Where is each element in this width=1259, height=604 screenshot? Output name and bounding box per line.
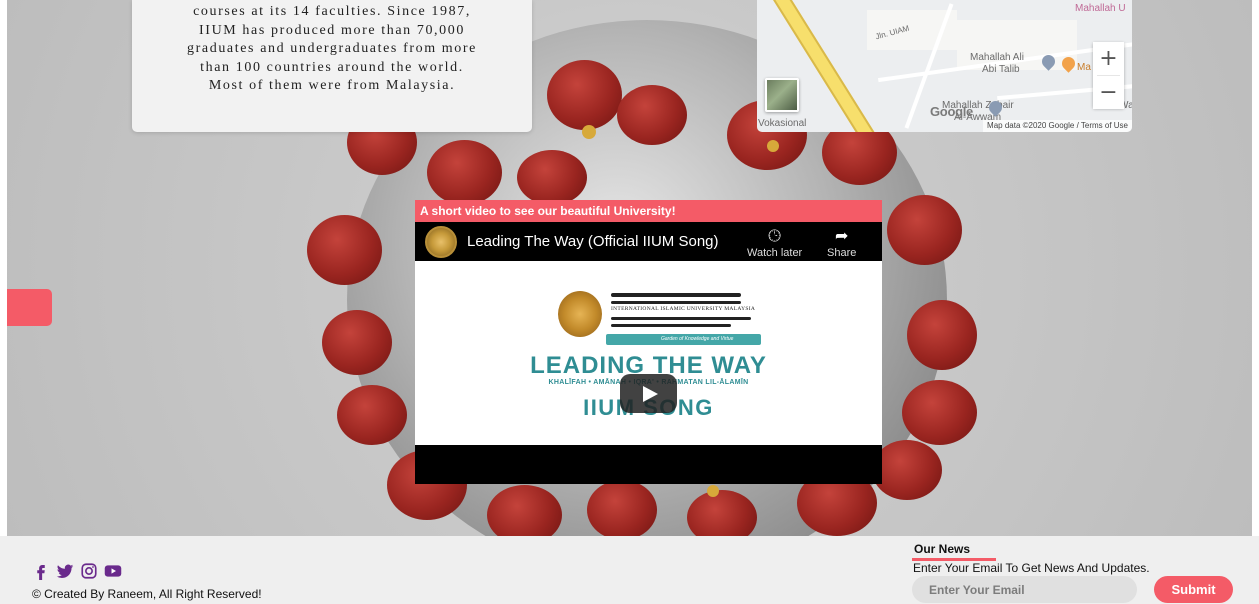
tagline-band: Garden of Knowledge and Virtue <box>606 334 761 345</box>
zoom-in-button[interactable]: + <box>1093 42 1124 75</box>
intro-line: than 100 countries around the world. <box>200 59 464 75</box>
virus-spike <box>687 490 757 536</box>
virus-spike <box>872 440 942 500</box>
zoom-out-button[interactable]: − <box>1093 76 1124 109</box>
virus-spike <box>907 300 977 370</box>
intro-line: courses at its 14 faculties. Since 1987, <box>193 4 471 19</box>
university-crest-icon <box>558 291 602 337</box>
video-player[interactable]: Leading The Way (Official IIUM Song) 🕒︎ … <box>415 222 882 484</box>
map-label-abi-talib: Abi Talib <box>982 64 1020 75</box>
email-input[interactable] <box>912 576 1137 603</box>
share-button[interactable]: ➦ Share <box>827 226 857 260</box>
arabic-calligraphy <box>611 317 751 320</box>
copyright-text: © Created By Raneem, All Right Reserved! <box>32 587 262 601</box>
watch-later-button[interactable]: 🕒︎ Watch later <box>747 226 803 260</box>
campus-map[interactable]: Mahallah U Jln. UIAM Mahallah Ali Abi Ta… <box>757 0 1132 132</box>
virus-spike <box>587 480 657 536</box>
play-button[interactable] <box>620 374 677 413</box>
virus-spike <box>427 140 502 205</box>
virus-spike <box>307 215 382 285</box>
youtube-icon[interactable] <box>104 562 122 580</box>
google-logo-text: Google <box>930 104 973 119</box>
arabic-calligraphy <box>611 324 731 327</box>
map-label-mahallah-top: Mahallah U <box>1075 3 1126 14</box>
video-header: A short video to see our beautiful Unive… <box>415 200 882 222</box>
virus-spike <box>322 310 392 375</box>
virus-spike <box>887 195 962 265</box>
twitter-icon[interactable] <box>56 562 74 580</box>
virus-spike <box>902 380 977 445</box>
virus-dot <box>582 125 596 139</box>
map-attribution: Map data ©2020 Google / Terms of Use <box>983 120 1132 132</box>
side-tab-button[interactable] <box>7 289 52 326</box>
share-label: Share <box>827 247 857 259</box>
virus-dot <box>767 140 779 152</box>
arabic-calligraphy <box>611 301 741 304</box>
watch-later-label: Watch later <box>747 247 803 259</box>
intro-line: IIUM has produced more than 70,000 <box>199 22 465 38</box>
intro-line: graduates and undergraduates from more <box>187 41 477 56</box>
map-label-ma: Ma <box>1077 62 1091 73</box>
news-description: Enter Your Email To Get News And Updates… <box>913 561 1150 575</box>
university-name: INTERNATIONAL ISLAMIC UNIVERSITY MALAYSI… <box>611 306 756 312</box>
intro-line: Most of them were from Malaysia. <box>208 78 456 93</box>
map-label-vokasional: Vokasional <box>758 118 807 129</box>
virus-dot <box>707 485 719 497</box>
instagram-icon[interactable] <box>80 562 98 580</box>
share-icon: ➦ <box>834 226 849 245</box>
map-data-text: Map data ©2020 Google <box>987 121 1075 130</box>
video-title[interactable]: Leading The Way (Official IIUM Song) <box>467 233 719 250</box>
virus-spike <box>487 485 562 536</box>
video-topbar: Leading The Way (Official IIUM Song) <box>415 222 882 261</box>
map-terms-link[interactable]: Terms of Use <box>1081 121 1128 130</box>
facebook-icon[interactable] <box>32 562 50 580</box>
virus-spike <box>547 60 622 130</box>
arabic-calligraphy <box>611 293 741 297</box>
submit-button[interactable]: Submit <box>1154 576 1233 603</box>
intro-card: courses at its 14 faculties. Since 1987,… <box>132 0 532 132</box>
map-zoom-control: + − <box>1093 42 1124 109</box>
virus-spike <box>337 385 407 445</box>
virus-spike <box>517 150 587 205</box>
clock-icon: 🕒︎ <box>768 226 781 245</box>
channel-avatar[interactable] <box>425 225 457 258</box>
virus-spike <box>617 85 687 145</box>
map-highway <box>762 0 878 132</box>
video-thumbnail[interactable]: INTERNATIONAL ISLAMIC UNIVERSITY MALAYSI… <box>415 261 882 445</box>
satellite-toggle[interactable] <box>765 78 799 112</box>
google-logo: Google <box>930 104 973 119</box>
map-label-mahallah-ali: Mahallah Ali <box>970 52 1024 63</box>
news-title: Our News <box>914 542 971 556</box>
social-links <box>32 562 122 580</box>
